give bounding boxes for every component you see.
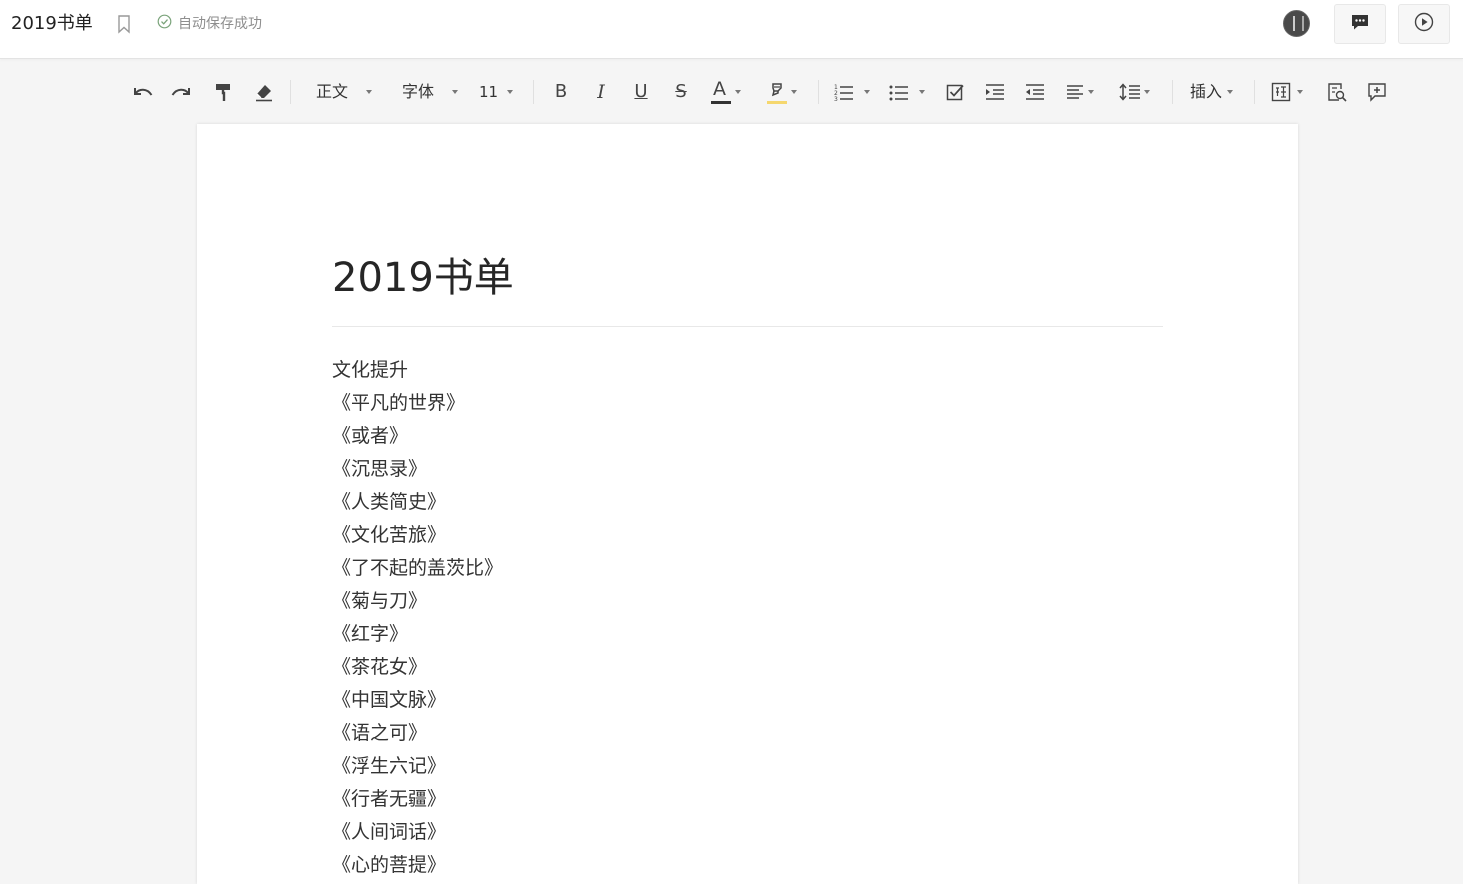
paragraph[interactable]: 《菊与刀》 (332, 585, 1163, 618)
document-page[interactable]: 2019书单 文化提升 《平凡的世界》 《或者》 《沉思录》 《人类简史》 《文… (197, 124, 1298, 884)
align-button[interactable] (1066, 78, 1102, 106)
save-status-text: 自动保存成功 (178, 16, 262, 32)
font-family-select[interactable]: 字体 (402, 78, 464, 106)
paragraph-style-label: 正文 (316, 82, 349, 101)
outdent-button[interactable] (1024, 78, 1046, 106)
font-size-select[interactable]: 11 (479, 78, 519, 106)
paragraph[interactable]: 文化提升 (332, 354, 1163, 387)
title-divider (332, 326, 1163, 327)
search-document-icon (1327, 82, 1347, 102)
bullet-list-button[interactable] (889, 78, 933, 106)
toolbar-divider (290, 80, 291, 104)
add-comment-button[interactable] (1366, 78, 1388, 106)
font-color-icon: A (710, 78, 732, 106)
font-color-button[interactable]: A (710, 78, 754, 106)
highlight-color-button[interactable] (766, 78, 810, 106)
italic-button[interactable]: I (590, 78, 612, 106)
comment-icon (1350, 13, 1370, 35)
toolbar-divider (1172, 80, 1173, 104)
chevron-down-icon (452, 90, 459, 94)
translate-icon (1271, 82, 1291, 102)
chevron-down-icon (1297, 90, 1303, 94)
save-status: 自动保存成功 (157, 14, 262, 34)
underline-button[interactable]: U (630, 78, 652, 106)
chevron-down-icon (1144, 90, 1150, 94)
bold-icon: B (554, 81, 568, 102)
paragraph[interactable]: 《了不起的盖茨比》 (332, 552, 1163, 585)
chevron-down-icon (791, 90, 797, 94)
bold-button[interactable]: B (550, 78, 572, 106)
redo-icon (170, 84, 192, 100)
find-button[interactable] (1326, 78, 1348, 106)
clear-format-button[interactable] (252, 78, 276, 106)
chevron-down-icon (919, 90, 925, 94)
toolbar-divider (818, 80, 819, 104)
paragraph[interactable]: 《沉思录》 (332, 453, 1163, 486)
strikethrough-icon: S (675, 81, 687, 102)
paragraph[interactable]: 《心的菩提》 (332, 849, 1163, 882)
ordered-list-icon: 123 (834, 83, 854, 101)
paragraph-style-select[interactable]: 正文 (316, 78, 378, 106)
document-title[interactable]: 2019书单 (332, 254, 514, 302)
checklist-button[interactable] (944, 78, 966, 106)
indent-increase-icon (985, 83, 1005, 101)
translate-button[interactable] (1271, 78, 1311, 106)
indent-button[interactable] (984, 78, 1006, 106)
chevron-down-icon (864, 90, 870, 94)
format-toolbar: 正文 字体 11 B I U S A 123 插入 (0, 60, 1463, 122)
format-painter-icon (214, 82, 232, 102)
eraser-icon (254, 82, 274, 102)
paragraph[interactable]: 《人间词话》 (332, 816, 1163, 849)
chevron-down-icon (735, 90, 741, 94)
check-circle-icon (157, 14, 172, 34)
chevron-down-icon (1088, 90, 1094, 94)
paragraph[interactable]: 《中国文脉》 (332, 684, 1163, 717)
paragraph[interactable]: 《或者》 (332, 420, 1163, 453)
bookmark-icon[interactable] (116, 14, 132, 34)
italic-icon: I (597, 81, 605, 103)
document-body[interactable]: 文化提升 《平凡的世界》 《或者》 《沉思录》 《人类简史》 《文化苦旅》 《了… (332, 354, 1163, 882)
paragraph[interactable]: 《茶花女》 (332, 651, 1163, 684)
play-circle-icon (1414, 12, 1434, 36)
toolbar-divider (533, 80, 534, 104)
comment-button[interactable] (1334, 4, 1386, 44)
ordered-list-button[interactable]: 123 (834, 78, 878, 106)
svg-text:3: 3 (834, 96, 838, 101)
line-spacing-button[interactable] (1119, 78, 1157, 106)
paragraph[interactable]: 《行者无疆》 (332, 783, 1163, 816)
bullet-list-icon (889, 83, 909, 101)
paragraph[interactable]: 《红字》 (332, 618, 1163, 651)
align-left-icon (1066, 84, 1084, 100)
undo-icon (132, 84, 154, 100)
insert-menu-label: 插入 (1190, 82, 1223, 101)
avatar[interactable] (1283, 10, 1310, 37)
chevron-down-icon (366, 90, 373, 94)
underline-icon: U (634, 81, 648, 102)
paragraph[interactable]: 《人类简史》 (332, 486, 1163, 519)
top-bar: 2019书单 自动保存成功 (0, 0, 1463, 59)
paragraph[interactable]: 《语之可》 (332, 717, 1163, 750)
redo-button[interactable] (168, 78, 194, 106)
highlighter-icon (766, 78, 788, 106)
chevron-down-icon (1227, 90, 1234, 94)
line-spacing-icon (1119, 83, 1141, 101)
paragraph[interactable]: 《浮生六记》 (332, 750, 1163, 783)
format-painter-button[interactable] (212, 78, 234, 106)
chevron-down-icon (507, 90, 514, 94)
present-button[interactable] (1398, 4, 1450, 44)
paragraph[interactable]: 《文化苦旅》 (332, 519, 1163, 552)
document-name[interactable]: 2019书单 (11, 12, 93, 36)
add-comment-icon (1367, 82, 1387, 102)
paragraph[interactable]: 《平凡的世界》 (332, 387, 1163, 420)
font-family-label: 字体 (402, 82, 435, 101)
indent-decrease-icon (1025, 83, 1045, 101)
strikethrough-button[interactable]: S (670, 78, 692, 106)
toolbar-divider (1254, 80, 1255, 104)
undo-button[interactable] (130, 78, 156, 106)
insert-menu-button[interactable]: 插入 (1190, 78, 1240, 106)
font-size-label: 11 (479, 83, 499, 101)
checkbox-icon (946, 83, 964, 101)
